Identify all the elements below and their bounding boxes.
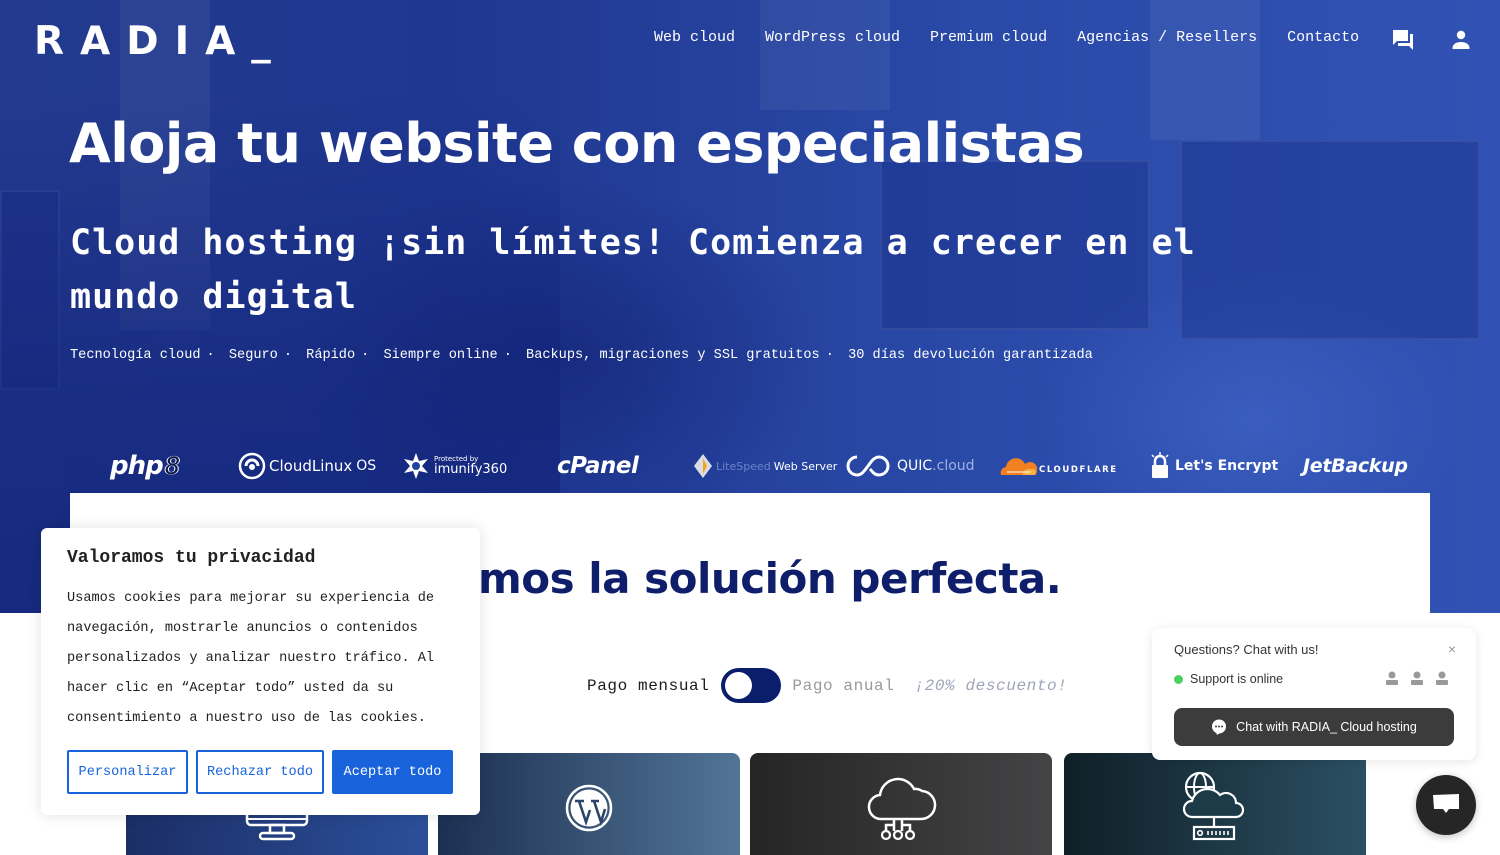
cookie-consent-banner: Valoramos tu privacidad Usamos cookies p…	[41, 528, 480, 815]
feature-item: 30 días devolución garantizada	[848, 348, 1093, 363]
padlock-icon	[1151, 452, 1169, 478]
litespeed-text: LiteSpeed	[716, 459, 771, 473]
cloudlinux-icon	[238, 452, 266, 480]
discount-badge: ¡20% descuento!	[914, 676, 1068, 695]
yearly-label[interactable]: Pago anual	[792, 677, 894, 695]
php-logo: php 8	[110, 444, 180, 488]
cpanel-text: cPanel	[557, 453, 639, 479]
support-status: Support is online	[1174, 672, 1283, 686]
chat-heading: Questions? Chat with us!	[1174, 642, 1319, 657]
agent-avatar-icon	[1409, 670, 1425, 686]
nav-wordpress-cloud[interactable]: WordPress cloud	[765, 29, 900, 46]
feature-separator: ·	[361, 348, 370, 363]
quic-suffix: .cloud	[932, 458, 975, 474]
imunify-icon	[404, 453, 428, 479]
tech-logos: php 8 CloudLinux OS Protected by imunify…	[100, 444, 1430, 488]
php-logo-text: php	[110, 451, 164, 481]
cloudlinux-logo: CloudLinux OS	[238, 444, 376, 488]
background-window	[760, 0, 890, 110]
billing-period-toggle-row: Pago mensual Pago anual ¡20% descuento!	[587, 668, 1067, 703]
plan-card-agencias[interactable]	[1064, 753, 1366, 855]
feature-separator: ·	[503, 348, 512, 363]
background-monitor	[1180, 140, 1480, 340]
feature-item: Seguro	[228, 348, 278, 363]
nav-web-cloud[interactable]: Web cloud	[654, 29, 735, 46]
wordpress-icon	[565, 784, 613, 832]
agent-avatar-icon	[1384, 670, 1400, 686]
php-version: 8	[164, 452, 181, 480]
feature-separator: ·	[825, 348, 834, 363]
imunify360-logo: Protected by imunify360	[402, 444, 507, 488]
toggle-knob	[725, 672, 753, 699]
cloudflare-logo: CLOUDFLARE	[997, 444, 1118, 488]
cloudlinux-text: CloudLinux	[269, 457, 353, 475]
background-window	[1150, 0, 1260, 140]
feature-separator: ·	[206, 348, 215, 363]
agent-avatar-icon	[1434, 670, 1450, 686]
litespeed-icon	[694, 454, 712, 478]
feature-separator: ·	[283, 348, 292, 363]
cloudflare-text: CLOUDFLARE	[1039, 465, 1118, 475]
cookie-text: Usamos cookies para mejorar su experienc…	[67, 591, 435, 726]
close-icon[interactable]: ×	[1448, 641, 1456, 657]
hero-title: Aloja tu website con especialistas	[69, 112, 1085, 175]
nav-premium-cloud[interactable]: Premium cloud	[930, 29, 1047, 46]
litespeed-logo: LiteSpeed Web Server	[694, 444, 837, 488]
chat-launcher-button[interactable]	[1416, 775, 1476, 835]
quic-text: QUIC	[897, 458, 933, 474]
litespeed-suffix: Web Server	[773, 459, 838, 473]
cloud-server-icon	[1182, 771, 1245, 841]
chat-widget: Questions? Chat with us! × Support is on…	[1152, 628, 1476, 760]
chat-icon[interactable]	[1391, 28, 1415, 52]
jetbackup-text: JetBackup	[1303, 455, 1408, 477]
reject-all-button[interactable]: Rechazar todo	[196, 750, 324, 794]
hero-subtitle: Cloud hosting ¡sin límites! Comienza a c…	[70, 223, 1196, 317]
plans-heading: emos la solución perfecta.	[450, 554, 1062, 603]
quic-cloud-logo: QUIC .cloud	[846, 444, 975, 488]
nav-contacto[interactable]: Contacto	[1287, 29, 1359, 46]
speech-bubble-icon	[1212, 719, 1227, 735]
cookie-title: Valoramos tu privacidad	[67, 548, 316, 568]
cloud-network-icon	[867, 777, 937, 841]
feature-item: Tecnología cloud	[70, 348, 201, 363]
start-chat-label: Chat with RADIA_ Cloud hosting	[1236, 720, 1417, 734]
cloudlinux-suffix: OS	[356, 458, 377, 474]
feature-item: Siempre online	[383, 348, 498, 363]
feature-item: Rápido	[306, 348, 356, 363]
billing-toggle[interactable]	[721, 668, 782, 703]
start-chat-button[interactable]: Chat with RADIA_ Cloud hosting	[1174, 708, 1454, 746]
user-icon[interactable]	[1449, 28, 1473, 52]
plan-card-wordpress-cloud[interactable]	[438, 753, 740, 855]
chat-bubble-icon	[1433, 794, 1459, 813]
feature-item: Backups, migraciones y SSL gratuitos	[526, 348, 820, 363]
jetbackup-logo: JetBackup	[1303, 444, 1408, 488]
quic-cloud-icon	[846, 455, 890, 477]
customize-button[interactable]: Personalizar	[67, 750, 188, 794]
monthly-label[interactable]: Pago mensual	[587, 677, 709, 695]
cpanel-logo: cPanel	[557, 444, 639, 488]
nav-agencias-resellers[interactable]: Agencias / Resellers	[1077, 29, 1257, 46]
accept-all-button[interactable]: Aceptar todo	[332, 750, 453, 794]
lets-encrypt-logo: Let's Encrypt	[1148, 444, 1278, 488]
agent-avatars	[1384, 670, 1450, 686]
site-logo[interactable]: RADIA_	[34, 22, 287, 62]
status-text: Support is online	[1190, 672, 1284, 686]
lets-encrypt-text: Let's Encrypt	[1175, 458, 1279, 474]
main-nav: Web cloud WordPress cloud Premium cloud …	[654, 29, 1389, 46]
imunify-text: imunify360	[434, 462, 508, 477]
hero-features: Tecnología cloud · Seguro · Rápido · Siempr…	[70, 348, 1093, 363]
cloudflare-icon	[1000, 458, 1037, 475]
plan-card-premium-cloud[interactable]	[750, 753, 1052, 855]
status-dot	[1174, 674, 1183, 684]
